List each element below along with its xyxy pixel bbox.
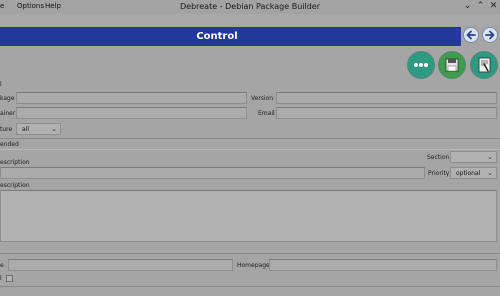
email-input[interactable] bbox=[276, 107, 497, 119]
email-label: Email bbox=[258, 110, 275, 117]
section-title: l bbox=[0, 81, 2, 88]
section-divider bbox=[0, 149, 500, 150]
priority-label: Priority bbox=[428, 170, 450, 177]
save-button[interactable] bbox=[438, 51, 466, 79]
source-label: e bbox=[0, 262, 4, 269]
preview-icon bbox=[478, 57, 491, 73]
architecture-select[interactable]: all ⌄ bbox=[16, 123, 61, 135]
architecture-label: ture bbox=[0, 126, 13, 133]
menu-bar bbox=[0, 14, 500, 26]
homepage-input[interactable] bbox=[269, 259, 497, 271]
section-label: Section bbox=[427, 154, 450, 161]
maintainer-input[interactable] bbox=[16, 107, 247, 119]
nav-forward-button[interactable] bbox=[482, 27, 498, 43]
section-select[interactable]: ⌄ bbox=[450, 151, 497, 163]
preview-button[interactable] bbox=[470, 51, 498, 79]
nav-back-button[interactable] bbox=[463, 27, 479, 43]
architecture-value: all bbox=[22, 126, 30, 133]
long-description-label: escription bbox=[0, 182, 30, 189]
section-divider bbox=[0, 286, 500, 287]
page-title: Control bbox=[196, 31, 238, 42]
chevron-down-icon: ⌄ bbox=[487, 153, 493, 161]
chevron-down-icon: ⌄ bbox=[487, 169, 493, 177]
menu-item-help[interactable]: Help bbox=[45, 2, 61, 10]
version-input[interactable] bbox=[276, 92, 497, 104]
homepage-label: Homepage bbox=[237, 262, 270, 269]
save-icon bbox=[445, 58, 459, 72]
menu-item-file[interactable]: e bbox=[0, 2, 4, 10]
menu-item-options[interactable]: Options bbox=[17, 2, 44, 10]
close-icon[interactable]: ✕ bbox=[488, 1, 499, 12]
chevron-down-icon: ⌄ bbox=[51, 125, 57, 133]
version-label: Version bbox=[251, 95, 274, 102]
source-input[interactable] bbox=[8, 259, 233, 271]
priority-value: optional bbox=[456, 170, 481, 177]
short-description-input[interactable] bbox=[0, 167, 425, 179]
package-input[interactable] bbox=[16, 92, 247, 104]
short-description-label: escription bbox=[0, 159, 30, 166]
nav-forward-icon bbox=[485, 30, 495, 40]
more-options-button[interactable] bbox=[407, 51, 435, 79]
section-divider bbox=[0, 253, 500, 254]
essential-checkbox[interactable] bbox=[6, 275, 13, 282]
window-title: Debreate - Debian Package Builder bbox=[179, 2, 321, 11]
chevron-down-icon[interactable]: ⌄ bbox=[462, 1, 473, 12]
long-description-textarea[interactable] bbox=[0, 190, 497, 242]
nav-back-icon bbox=[466, 30, 476, 40]
package-label: kage bbox=[0, 95, 15, 102]
chevron-up-icon[interactable]: ⌃ bbox=[475, 1, 486, 12]
more-options-icon bbox=[414, 63, 428, 67]
essential-label: l bbox=[0, 275, 2, 282]
recommended-label: ended bbox=[0, 141, 19, 148]
maintainer-label: ainer bbox=[0, 110, 16, 117]
priority-select[interactable]: optional ⌄ bbox=[450, 167, 497, 179]
section-divider bbox=[0, 138, 500, 139]
